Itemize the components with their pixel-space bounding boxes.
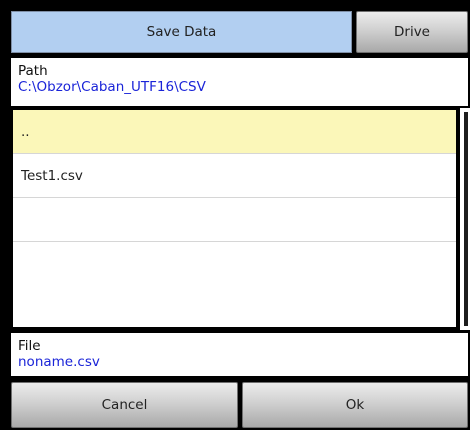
cancel-button[interactable]: Cancel <box>11 382 238 428</box>
list-item-test1-csv[interactable]: Test1.csv <box>13 154 456 198</box>
list-item-empty <box>13 198 456 242</box>
path-label: Path <box>18 63 48 79</box>
save-data-title-button: Save Data <box>11 11 352 53</box>
file-name-value[interactable]: noname.csv <box>18 354 461 370</box>
drive-button[interactable]: Drive <box>356 11 468 53</box>
file-panel[interactable]: File noname.csv <box>11 333 468 376</box>
list-item-label: Test1.csv <box>21 167 83 184</box>
file-label: File <box>18 338 41 354</box>
list-item-parent-dir[interactable]: .. <box>13 110 456 154</box>
ok-button[interactable]: Ok <box>242 382 468 428</box>
list-item-label: .. <box>21 123 30 140</box>
scrollbar-thumb[interactable] <box>464 112 468 326</box>
path-value: C:\Obzor\Caban_UTF16\CSV <box>18 79 206 95</box>
path-panel: Path C:\Obzor\Caban_UTF16\CSV <box>11 58 468 106</box>
file-list[interactable]: .. Test1.csv <box>11 108 458 329</box>
